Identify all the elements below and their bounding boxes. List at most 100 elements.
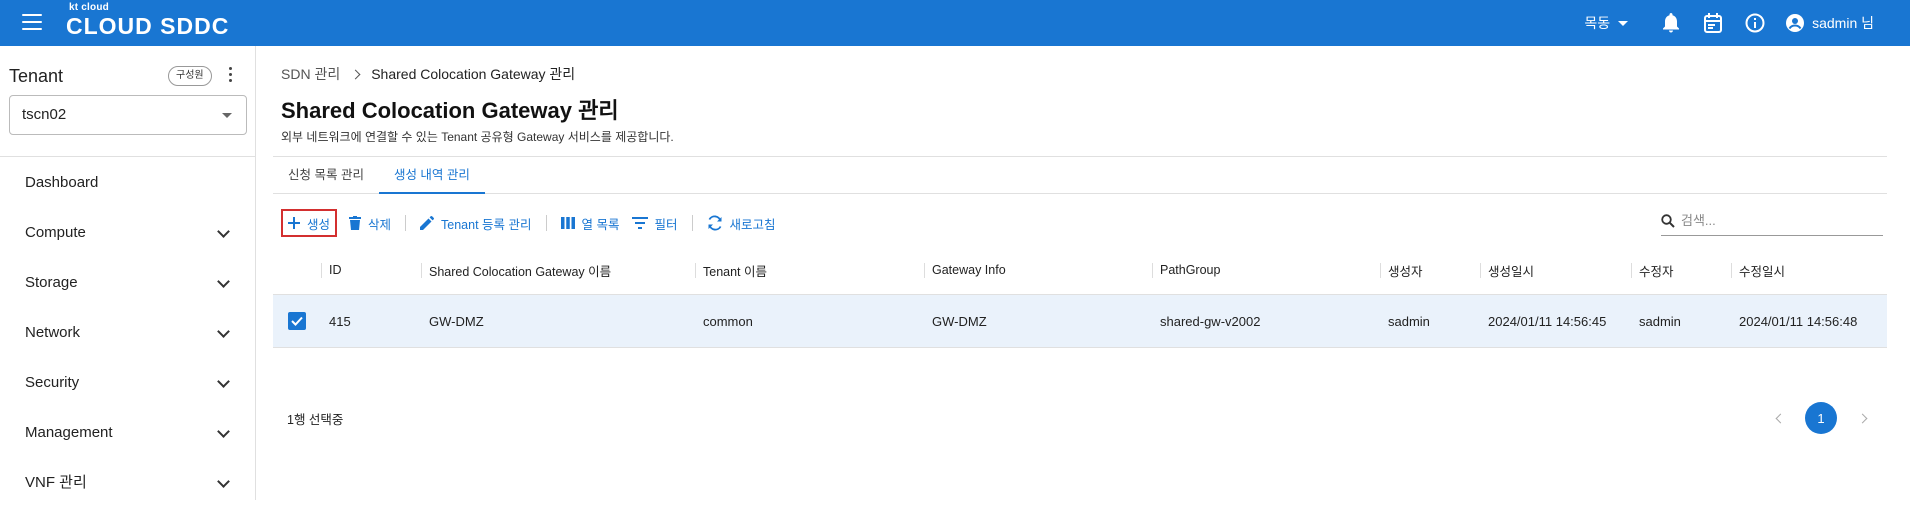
- search-input[interactable]: [1681, 213, 1861, 228]
- tab-bar: 신청 목록 관리 생성 내역 관리: [273, 156, 1887, 194]
- header-label: PathGroup: [1160, 263, 1221, 277]
- cell-text: GW-DMZ: [429, 313, 484, 329]
- chevron-right-icon: [350, 69, 361, 79]
- cell-text: 2024/01/11 14:56:45: [1488, 313, 1607, 329]
- more-vert-icon[interactable]: [225, 67, 235, 85]
- cell-text: sadmin: [1388, 313, 1430, 329]
- prev-page-button[interactable]: [1769, 407, 1791, 429]
- user-menu[interactable]: sadmin 님: [1786, 13, 1874, 33]
- sidebar-item-vnf[interactable]: VNF 관리: [0, 458, 255, 508]
- sidebar-item-dashboard[interactable]: Dashboard: [0, 158, 255, 208]
- header-created[interactable]: 생성일시: [1480, 246, 1631, 294]
- search-icon: [1661, 213, 1675, 228]
- create-button[interactable]: 생성: [281, 209, 338, 237]
- sidebar-item-security[interactable]: Security: [0, 358, 255, 408]
- row-checkbox-cell: [273, 295, 321, 347]
- divider: [0, 156, 255, 157]
- cell-modified: 2024/01/11 14:56:48: [1731, 295, 1887, 347]
- cell-pathgroup: shared-gw-v2002: [1152, 295, 1380, 347]
- header-label: ID: [329, 263, 342, 277]
- info-icon[interactable]: [1744, 12, 1766, 34]
- table-toolbar: 생성 삭제 Tenant 등록 관리 열 목록 필터 새로고침: [281, 209, 782, 237]
- sidebar-item-storage[interactable]: Storage: [0, 258, 255, 308]
- header-id[interactable]: ID: [321, 246, 421, 294]
- next-page-button[interactable]: [1851, 407, 1873, 429]
- create-label: 생성: [307, 217, 331, 232]
- cell-tenant: common: [695, 295, 924, 347]
- cell-text: GW-DMZ: [932, 313, 987, 329]
- sidebar-item-network[interactable]: Network: [0, 308, 255, 358]
- chevron-down-icon: [217, 425, 230, 438]
- cell-text: sadmin: [1639, 313, 1681, 329]
- tenant-heading: Tenant: [9, 66, 64, 86]
- tab-request-list[interactable]: 신청 목록 관리: [273, 157, 379, 193]
- header-modifier[interactable]: 수정자: [1631, 246, 1731, 294]
- header-creator[interactable]: 생성자: [1380, 246, 1480, 294]
- check-icon: [291, 316, 303, 326]
- header-label: Gateway Info: [932, 263, 1006, 277]
- cell-modifier: sadmin: [1631, 295, 1731, 347]
- pagination: 1: [1769, 402, 1873, 434]
- columns-button[interactable]: 열 목록: [555, 209, 626, 237]
- tab-creation-history[interactable]: 생성 내역 관리: [378, 157, 485, 194]
- cell-created: 2024/01/11 14:56:45: [1480, 295, 1631, 347]
- bell-icon[interactable]: [1660, 12, 1682, 34]
- sidebar-item-compute[interactable]: Compute: [0, 208, 255, 258]
- cell-text: 415: [329, 313, 351, 329]
- plus-icon: [288, 217, 300, 229]
- header-pathgroup[interactable]: PathGroup: [1152, 246, 1380, 294]
- cell-id: 415: [321, 295, 421, 347]
- pencil-icon: [420, 216, 435, 230]
- page-button-current[interactable]: 1: [1805, 402, 1837, 434]
- sidebar-nav: Dashboard Compute Storage Network Securi…: [0, 158, 255, 508]
- page-title: Shared Colocation Gateway 관리: [281, 98, 619, 123]
- sidebar-item-label: Network: [25, 324, 81, 341]
- region-label: 목동: [1584, 15, 1611, 31]
- sidebar-item-label: Security: [25, 374, 80, 391]
- user-name: sadmin 님: [1812, 15, 1874, 31]
- cell-text: shared-gw-v2002: [1160, 313, 1261, 329]
- filter-button[interactable]: 필터: [626, 209, 684, 237]
- brand-logo[interactable]: kt cloud CLOUD SDDC: [66, 2, 229, 39]
- refresh-icon: [708, 215, 722, 231]
- chevron-down-icon: [217, 375, 230, 388]
- top-actions: 목동 sadmin 님: [1584, 0, 1874, 46]
- calendar-icon[interactable]: [1702, 12, 1724, 34]
- sidebar-item-label: Storage: [25, 274, 78, 291]
- toolbar-divider: [691, 215, 693, 231]
- header-checkbox-cell: [273, 246, 321, 294]
- main-content: SDN 관리 Shared Colocation Gateway 관리 Shar…: [256, 46, 1910, 500]
- chevron-right-icon: [1857, 413, 1867, 423]
- tenant-select-value: tscn02: [22, 106, 67, 123]
- sidebar-item-management[interactable]: Management: [0, 408, 255, 458]
- chevron-down-icon: [217, 225, 230, 238]
- top-app-bar: kt cloud CLOUD SDDC 목동 sadmin 님: [0, 0, 1910, 46]
- header-tenant[interactable]: Tenant 이름: [695, 246, 924, 294]
- menu-icon[interactable]: [22, 14, 42, 30]
- member-chip[interactable]: 구성원: [168, 66, 212, 86]
- header-label: 수정일시: [1739, 264, 1786, 279]
- table-row[interactable]: 415 GW-DMZ common GW-DMZ shared-gw-v2002…: [273, 295, 1887, 348]
- refresh-button[interactable]: 새로고침: [701, 209, 782, 237]
- header-label: Tenant 이름: [703, 264, 768, 279]
- columns-label: 열 목록: [581, 217, 620, 232]
- search-field: [1661, 206, 1883, 236]
- header-gw-info[interactable]: Gateway Info: [924, 246, 1152, 294]
- brand-small-text: kt cloud: [69, 2, 109, 13]
- sidebar-item-label: Management: [25, 424, 113, 441]
- data-table: ID Shared Colocation Gateway 이름 Tenant 이…: [273, 246, 1887, 348]
- cell-text: common: [703, 313, 753, 329]
- chevron-down-icon: [217, 475, 230, 488]
- header-modified[interactable]: 수정일시: [1731, 246, 1887, 294]
- breadcrumb-parent[interactable]: SDN 관리: [281, 64, 340, 84]
- chevron-down-icon: [217, 325, 230, 338]
- header-label: 생성자: [1388, 264, 1423, 279]
- region-select[interactable]: 목동: [1584, 13, 1629, 33]
- delete-button[interactable]: 삭제: [343, 209, 397, 237]
- table-footer: 1행 선택중 1: [273, 395, 1887, 441]
- brand-name: CLOUD SDDC: [66, 13, 230, 39]
- tenant-select[interactable]: tscn02: [9, 95, 247, 135]
- tenant-register-button[interactable]: Tenant 등록 관리: [414, 209, 537, 237]
- header-gw-name[interactable]: Shared Colocation Gateway 이름: [421, 246, 695, 294]
- row-checkbox[interactable]: [288, 312, 306, 330]
